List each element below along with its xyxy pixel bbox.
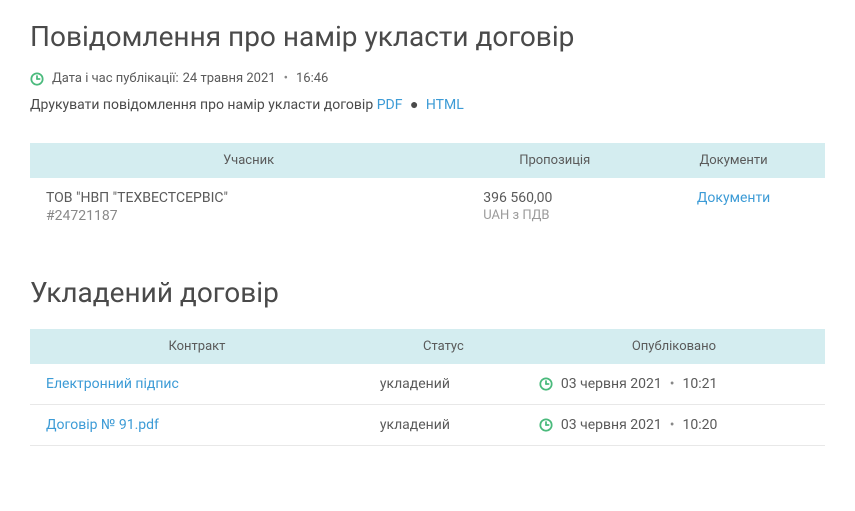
- separator-dot: •: [670, 376, 675, 392]
- contract-link[interactable]: Електронний підпис: [46, 376, 179, 392]
- print-line: Друкувати повідомлення про намір укласти…: [30, 96, 825, 113]
- published-time: 10:21: [682, 376, 717, 392]
- clock-icon: [30, 72, 44, 86]
- separator-dot: •: [284, 71, 288, 86]
- clock-icon: [539, 418, 553, 432]
- contracts-table: Контракт Статус Опубліковано Електронний…: [30, 329, 825, 446]
- published-time: 10:20: [682, 417, 717, 433]
- participants-table: Учасник Пропозиція Документи ТОВ "НВП "Т…: [30, 143, 825, 236]
- proposal-price: 396 560,00: [483, 190, 626, 206]
- pub-date: 24 травня 2021: [183, 71, 276, 86]
- publication-info: Дата і час публікації: 24 травня 2021 • …: [30, 71, 825, 86]
- contract-title: Укладений договір: [30, 276, 825, 309]
- table-row: Договір № 91.pdf укладений 03 червня 202…: [30, 405, 825, 446]
- documents-link[interactable]: Документи: [697, 190, 770, 206]
- col-header-contract: Контракт: [30, 329, 364, 364]
- col-header-status: Статус: [364, 329, 523, 364]
- col-header-participant: Учасник: [30, 143, 467, 178]
- bullet-separator: ●: [410, 97, 418, 113]
- notice-title: Повідомлення про намір укласти договір: [30, 20, 825, 53]
- separator-dot: •: [670, 417, 675, 433]
- participant-name: ТОВ "НВП "ТЕХВЕСТСЕРВІС": [46, 190, 451, 206]
- print-text: Друкувати повідомлення про намір укласти…: [30, 97, 373, 113]
- clock-icon: [539, 377, 553, 391]
- pdf-link[interactable]: PDF: [377, 97, 403, 113]
- proposal-currency: UAH з ПДВ: [483, 208, 626, 223]
- contract-status: укладений: [364, 405, 523, 446]
- contract-status: укладений: [364, 364, 523, 405]
- participant-id: #24721187: [46, 208, 451, 224]
- pub-time: 16:46: [296, 71, 328, 86]
- table-row: Електронний підпис укладений 03 червня 2…: [30, 364, 825, 405]
- col-header-published: Опубліковано: [523, 329, 825, 364]
- published-date: 03 червня 2021: [561, 417, 662, 433]
- contract-link[interactable]: Договір № 91.pdf: [46, 417, 159, 433]
- col-header-proposal: Пропозиція: [467, 143, 642, 178]
- table-row: ТОВ "НВП "ТЕХВЕСТСЕРВІС" #24721187 396 5…: [30, 178, 825, 236]
- pub-label: Дата і час публікації:: [52, 71, 179, 86]
- published-date: 03 червня 2021: [561, 376, 662, 392]
- html-link[interactable]: HTML: [426, 97, 464, 113]
- col-header-documents: Документи: [642, 143, 825, 178]
